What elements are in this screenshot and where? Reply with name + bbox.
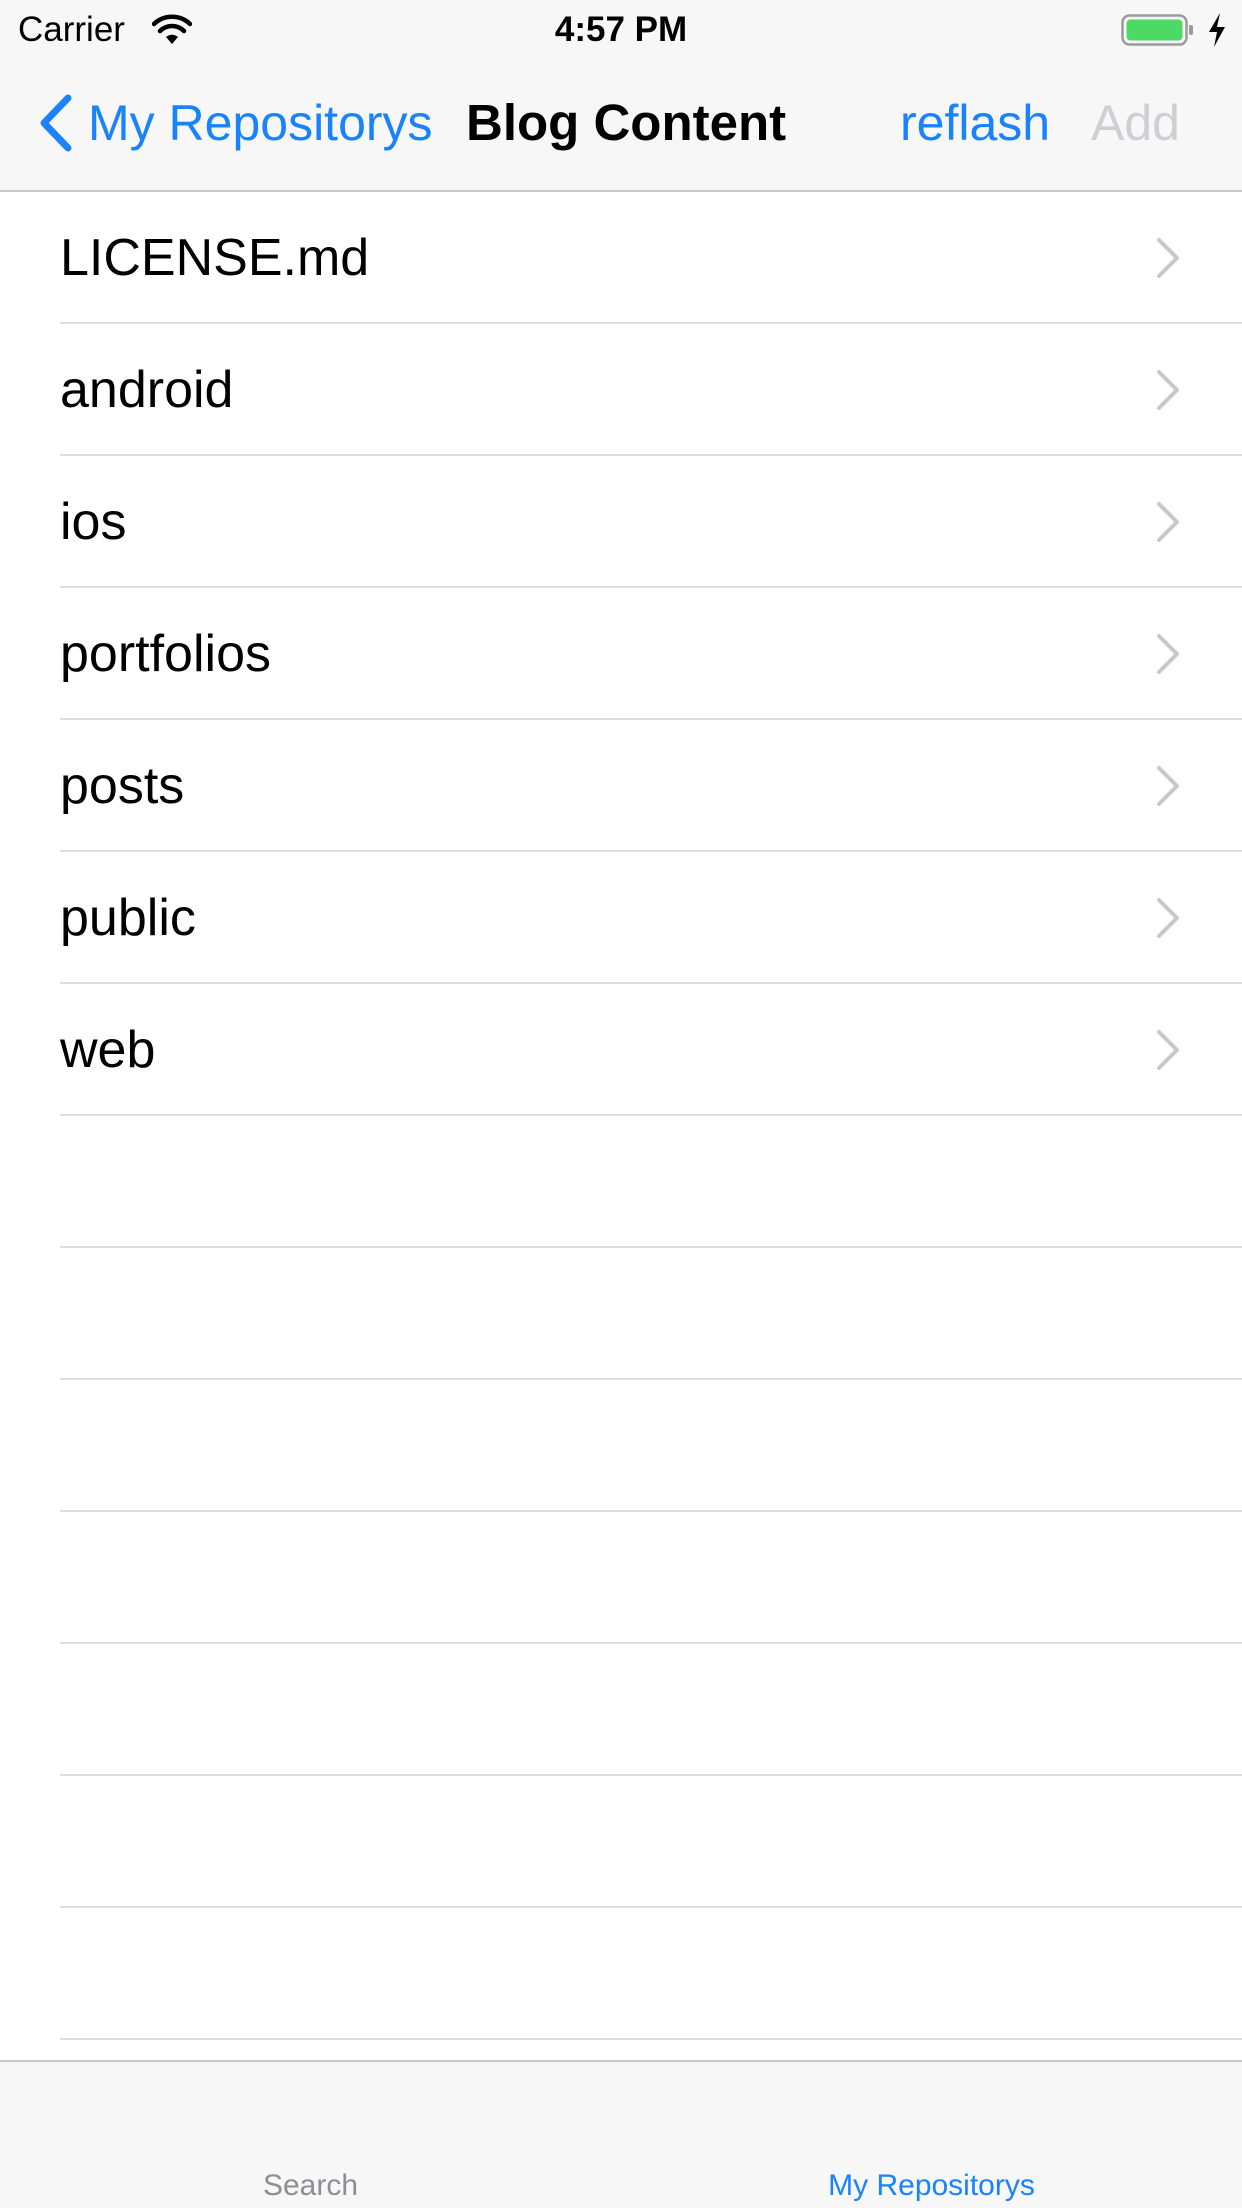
chevron-right-icon xyxy=(1157,1030,1179,1070)
list-item-portfolios[interactable]: portfolios xyxy=(0,588,1242,720)
clock-time: 4:57 PM xyxy=(554,10,688,49)
tab-my-repositorys-label: My Repositorys xyxy=(828,2169,1035,2202)
list-item-web[interactable]: web xyxy=(0,984,1242,1116)
list-item-label: portfolios xyxy=(60,625,271,683)
chevron-right-icon xyxy=(1157,502,1179,542)
list-item-label: LICENSE.md xyxy=(60,229,370,287)
add-button: Add xyxy=(1091,95,1180,151)
list-item-label: ios xyxy=(60,493,127,551)
chevron-left-icon xyxy=(40,94,72,152)
chevron-right-icon xyxy=(1157,370,1179,410)
empty-row xyxy=(0,1908,1242,2040)
file-list: LICENSE.md android ios portfolios posts … xyxy=(0,192,1242,2060)
empty-row xyxy=(0,1380,1242,1512)
tab-bar: Search My Repositorys xyxy=(0,2060,1242,2208)
empty-row xyxy=(0,1644,1242,1776)
list-item-android[interactable]: android xyxy=(0,324,1242,456)
empty-row xyxy=(0,1776,1242,1908)
list-item-license[interactable]: LICENSE.md xyxy=(0,192,1242,324)
row-separator xyxy=(60,2038,1242,2040)
chevron-right-icon xyxy=(1157,766,1179,806)
list-item-label: android xyxy=(60,361,234,419)
charging-bolt-icon xyxy=(1209,13,1225,47)
tab-search[interactable]: Search xyxy=(0,2062,621,2208)
empty-row xyxy=(0,1512,1242,1644)
back-button-label: My Repositorys xyxy=(88,95,433,151)
page-title: Blog Content xyxy=(466,94,787,151)
chevron-right-icon xyxy=(1157,634,1179,674)
battery-icon xyxy=(1121,14,1193,46)
list-item-posts[interactable]: posts xyxy=(0,720,1242,852)
list-item-label: posts xyxy=(60,757,185,815)
navigation-bar: My Repositorys Blog Content reflash Add xyxy=(0,60,1242,192)
empty-row xyxy=(0,1116,1242,1248)
reflash-button[interactable]: reflash xyxy=(900,92,1050,154)
back-button[interactable]: My Repositorys xyxy=(36,92,433,154)
list-item-ios[interactable]: ios xyxy=(0,456,1242,588)
chevron-right-icon xyxy=(1157,898,1179,938)
tab-search-label: Search xyxy=(262,2169,359,2202)
status-bar: Carrier 4:57 PM xyxy=(0,0,1242,60)
list-item-public[interactable]: public xyxy=(0,852,1242,984)
list-item-label: web xyxy=(60,1021,156,1079)
empty-row xyxy=(0,1248,1242,1380)
chevron-right-icon xyxy=(1157,238,1179,278)
list-item-label: public xyxy=(60,889,196,947)
tab-my-repositorys[interactable]: My Repositorys xyxy=(621,2062,1242,2208)
